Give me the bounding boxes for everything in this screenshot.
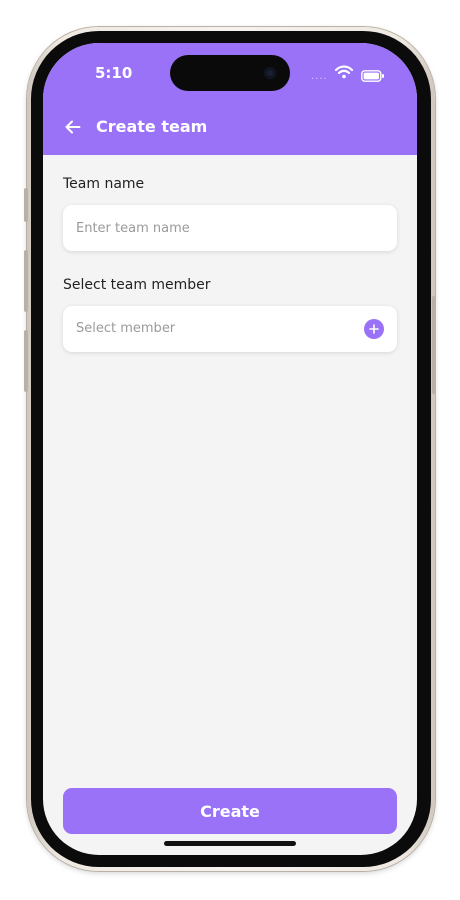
select-member-placeholder: Select member — [76, 321, 176, 336]
silent-switch — [24, 188, 28, 222]
status-time: 5:10 — [95, 64, 133, 82]
team-name-label: Team name — [63, 176, 145, 192]
signal-icon: .... — [311, 71, 328, 82]
wifi-icon — [334, 64, 354, 83]
select-member-label: Select team member — [63, 277, 211, 293]
plus-icon[interactable] — [364, 319, 384, 339]
home-indicator — [164, 841, 296, 846]
select-member-field[interactable]: Select member — [63, 306, 397, 352]
screen: 5:10 .... Create team Team name Enter te… — [43, 43, 417, 855]
team-name-input[interactable] — [63, 205, 397, 251]
volume-up-button — [24, 250, 28, 312]
dynamic-island — [170, 55, 290, 91]
back-arrow-icon[interactable] — [64, 118, 82, 140]
power-button — [432, 296, 436, 394]
team-name-field[interactable] — [63, 205, 397, 251]
page-title: Create team — [96, 117, 208, 136]
volume-down-button — [24, 330, 28, 392]
create-button[interactable]: Create — [63, 788, 397, 834]
battery-icon — [361, 67, 385, 86]
app-bar: 5:10 .... Create team — [43, 43, 417, 155]
camera-icon — [264, 67, 276, 79]
